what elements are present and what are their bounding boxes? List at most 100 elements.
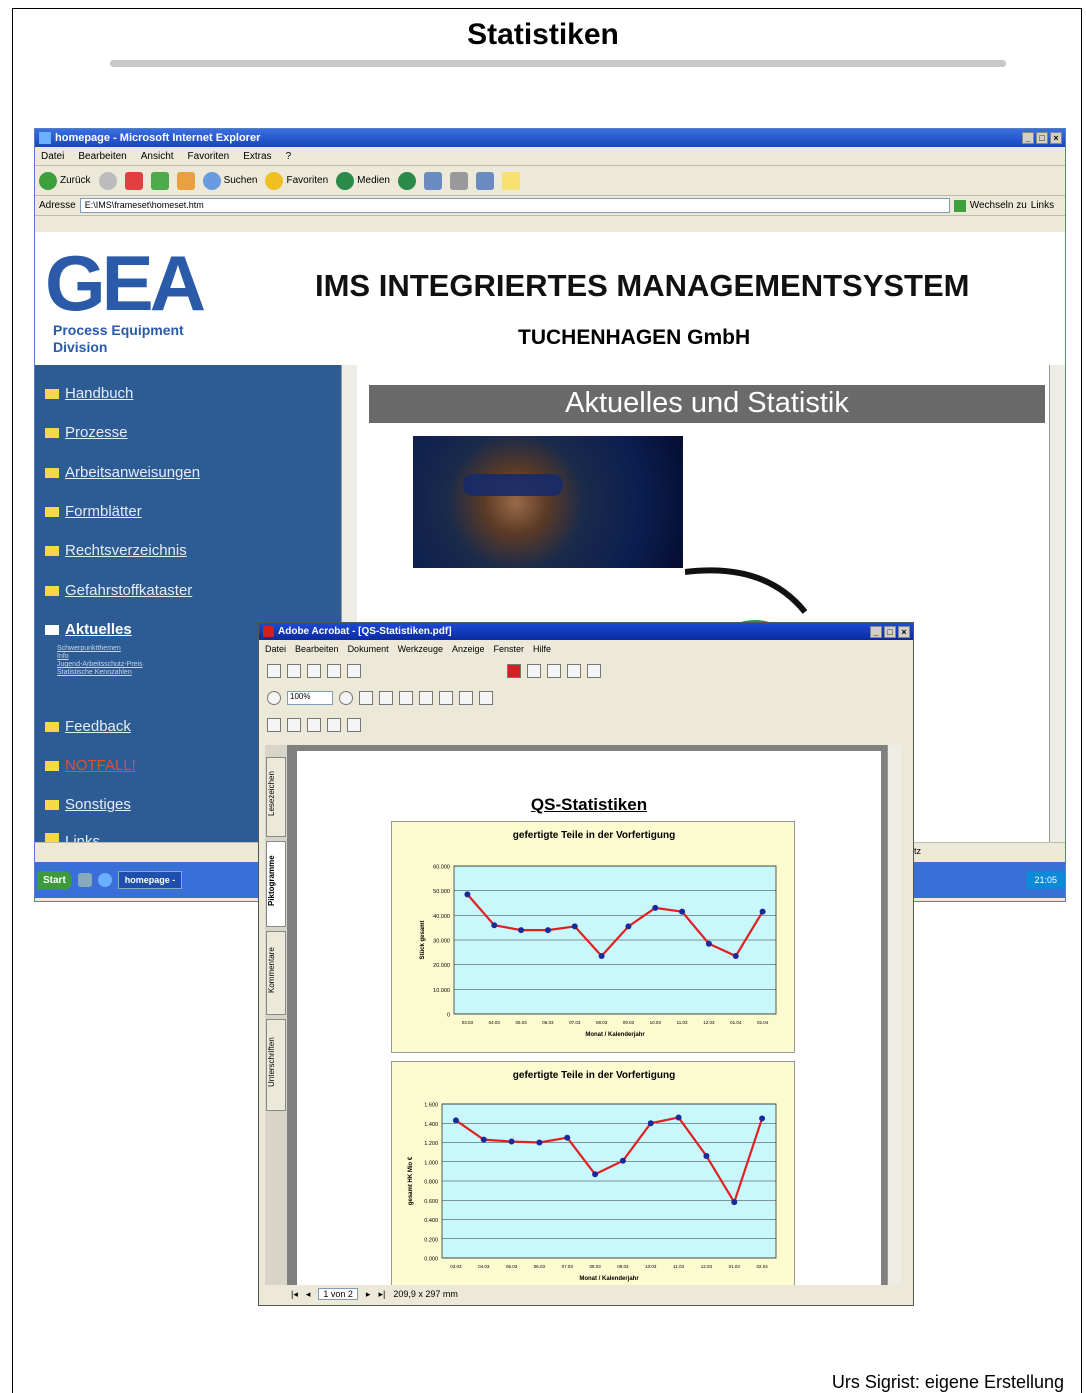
pdf-scrollbar[interactable] — [887, 745, 901, 1285]
acro-menu-fenster[interactable]: Fenster — [493, 644, 524, 654]
menu-help[interactable]: ? — [286, 151, 292, 162]
nav-sub-kennzahlen[interactable]: Statistische Kennzahlen — [57, 669, 132, 677]
refresh-icon[interactable] — [150, 171, 169, 190]
pencil-icon[interactable] — [287, 717, 301, 732]
zoom-input[interactable]: 100% — [287, 690, 333, 705]
chart-1-xtick-label: 03.03 — [462, 1020, 474, 1025]
page-indicator[interactable]: 1 von 2 — [318, 1288, 358, 1300]
nav-item-aktuelles[interactable]: Aktuelles — [45, 621, 132, 638]
acro-menu-dokument[interactable]: Dokument — [348, 644, 389, 654]
open-icon[interactable] — [267, 663, 281, 678]
text-select-icon[interactable] — [479, 690, 493, 705]
acro-menu-anzeige[interactable]: Anzeige — [452, 644, 485, 654]
acrobat-close-button[interactable]: × — [898, 625, 910, 638]
chart-2-xtick-label: 06.03 — [534, 1264, 546, 1269]
search-button[interactable]: Suchen — [202, 171, 257, 190]
acro-menu-werkzeuge[interactable]: Werkzeuge — [398, 644, 443, 654]
rotate-icon[interactable] — [419, 690, 433, 705]
find-icon[interactable] — [347, 663, 361, 678]
nav-item-sonstiges[interactable]: Sonstiges — [45, 796, 131, 813]
mail-icon[interactable] — [423, 171, 442, 190]
first-page-button[interactable]: |◂ — [291, 1289, 298, 1300]
save-icon[interactable] — [287, 663, 301, 678]
minimize-button[interactable]: _ — [1022, 132, 1034, 144]
acro-menu-datei[interactable]: Datei — [265, 644, 286, 654]
menu-bearbeiten[interactable]: Bearbeiten — [78, 151, 126, 162]
first-page-icon[interactable] — [527, 663, 541, 678]
zoom-out-icon[interactable] — [267, 690, 281, 705]
links-button[interactable]: Links — [1031, 200, 1054, 211]
last-page-icon[interactable] — [587, 663, 601, 678]
history-icon[interactable] — [397, 171, 416, 190]
fit-width-icon[interactable] — [399, 690, 413, 705]
maximize-button[interactable]: □ — [1036, 132, 1048, 144]
nav-sub-schwerpunktthemen[interactable]: Schwerpunktthemen — [57, 645, 121, 653]
title-rule — [110, 60, 1006, 67]
acrobat-maximize-button[interactable]: □ — [884, 625, 896, 638]
ie-quicklaunch-icon[interactable] — [97, 873, 112, 887]
next-page-button[interactable]: ▸ — [366, 1289, 371, 1300]
nav-item-notfall[interactable]: NOTFALL! — [45, 757, 136, 774]
next-page-icon[interactable] — [567, 663, 581, 678]
acro-menu-hilfe[interactable]: Hilfe — [533, 644, 551, 654]
zoom-tool-icon[interactable] — [459, 690, 473, 705]
nav-item-links[interactable]: Links — [45, 833, 100, 842]
quicklaunch-icon[interactable] — [77, 873, 92, 887]
print-icon[interactable] — [307, 663, 321, 678]
forward-arrow-icon[interactable] — [98, 171, 117, 190]
email-icon[interactable] — [327, 663, 341, 678]
nav-sub-jugend-preis[interactable]: Jugend-Arbeitsschutz-Preis — [57, 661, 143, 669]
menu-favoriten[interactable]: Favoriten — [188, 151, 230, 162]
acrobat-minimize-button[interactable]: _ — [870, 625, 882, 638]
note-icon[interactable] — [267, 717, 281, 732]
nav-item-rechtsverzeichnis[interactable]: Rechtsverzeichnis — [45, 542, 187, 559]
menu-datei[interactable]: Datei — [41, 151, 64, 162]
tab-kommentare[interactable]: Kommentare — [266, 931, 286, 1015]
zoom-in-icon[interactable] — [339, 690, 353, 705]
nav-item-handbuch[interactable]: Handbuch — [45, 385, 133, 402]
fit-page-icon[interactable] — [379, 690, 393, 705]
chart-2-data-point — [759, 1115, 766, 1122]
address-input[interactable]: E:\IMS\frameset\homeset.htm — [79, 198, 950, 213]
stop-icon[interactable] — [124, 171, 143, 190]
home-icon[interactable] — [176, 171, 195, 190]
taskbar-item-homepage[interactable]: homepage - — [117, 871, 183, 889]
hand-tool-icon[interactable] — [439, 690, 453, 705]
stamp-icon[interactable] — [327, 717, 341, 732]
nav-item-formblaetter[interactable]: Formblätter — [45, 503, 142, 520]
notes-icon[interactable] — [501, 171, 520, 190]
actual-size-icon[interactable] — [359, 690, 373, 705]
menu-extras[interactable]: Extras — [243, 151, 271, 162]
go-arrow-icon[interactable] — [953, 199, 966, 212]
last-page-button[interactable]: ▸| — [378, 1289, 385, 1300]
nav-item-gefahrstoffkataster[interactable]: Gefahrstoffkataster — [45, 582, 192, 599]
menu-ansicht[interactable]: Ansicht — [141, 151, 174, 162]
nav-sub-info[interactable]: Info — [57, 653, 69, 661]
worker-photo — [413, 436, 683, 568]
line-icon[interactable] — [307, 717, 321, 732]
back-button[interactable]: Zurück — [39, 171, 91, 190]
start-button[interactable]: Start — [37, 870, 72, 890]
adobe-icon[interactable] — [507, 663, 521, 678]
media-button[interactable]: Medien — [336, 171, 390, 190]
chart-2-box: gefertigte Teile in der Vorfertigung 0.0… — [391, 1061, 795, 1285]
chart-2-data-point — [647, 1120, 654, 1127]
favorites-button[interactable]: Favoriten — [265, 171, 328, 190]
tab-unterschriften[interactable]: Unterschriften — [266, 1019, 286, 1111]
nav-item-prozesse[interactable]: Prozesse — [45, 424, 128, 441]
chart-1: 0 10.000 20.000 30.000 40.000 50.000 60.000 03.… — [420, 865, 777, 1038]
main-scrollbar[interactable] — [1049, 365, 1065, 842]
sign-icon[interactable] — [347, 717, 361, 732]
tab-piktogramme[interactable]: Piktogramme — [266, 841, 286, 927]
nav-item-feedback[interactable]: Feedback — [45, 718, 131, 735]
go-button[interactable]: Wechseln zu — [970, 200, 1027, 211]
prev-page-button[interactable]: ◂ — [306, 1289, 311, 1300]
chart-2-data-point — [619, 1157, 626, 1164]
print-icon[interactable] — [449, 171, 468, 190]
acro-menu-bearbeiten[interactable]: Bearbeiten — [295, 644, 339, 654]
edit-icon[interactable] — [475, 171, 494, 190]
prev-page-icon[interactable] — [547, 663, 561, 678]
nav-item-arbeitsanweisungen[interactable]: Arbeitsanweisungen — [45, 464, 200, 481]
tab-lesezeichen[interactable]: Lesezeichen — [266, 757, 286, 837]
close-button[interactable]: × — [1050, 132, 1062, 144]
